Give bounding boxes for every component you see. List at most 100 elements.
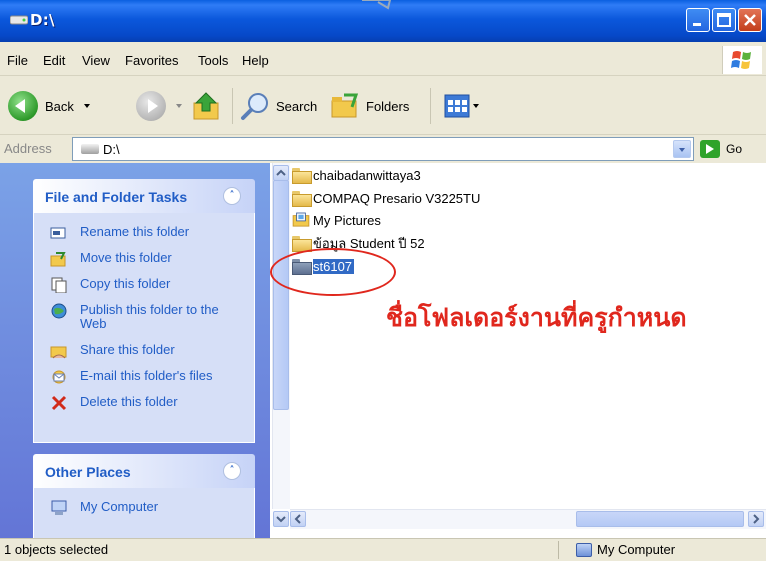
folder-item[interactable]: My Pictures xyxy=(292,211,381,229)
move-icon xyxy=(50,252,66,267)
scroll-down-icon xyxy=(276,516,286,523)
scroll-left-button[interactable] xyxy=(290,511,306,527)
close-button[interactable] xyxy=(738,8,762,32)
address-value: D:\ xyxy=(103,142,120,157)
pictures-folder-icon xyxy=(292,212,312,229)
folder-name: COMPAQ Presario V3225TU xyxy=(313,190,481,206)
back-label: Back xyxy=(45,98,74,114)
views-icon xyxy=(444,94,470,118)
collapse-icon[interactable]: ˄ xyxy=(223,187,241,205)
task-label: Publish this folder to the Web xyxy=(80,302,219,331)
minimize-button[interactable] xyxy=(686,8,710,32)
menu-edit[interactable]: Edit xyxy=(43,53,65,68)
task-label: Share this folder xyxy=(80,342,175,357)
vertical-scroll-thumb[interactable] xyxy=(273,180,289,410)
status-bar: 1 objects selected My Computer xyxy=(0,538,766,561)
folder-item[interactable]: chaibadanwittaya3 xyxy=(292,166,421,184)
my-computer-icon xyxy=(51,500,67,515)
task-label: Rename this folder xyxy=(80,224,190,239)
forward-button[interactable] xyxy=(136,91,182,121)
up-folder-icon xyxy=(193,92,219,120)
task-move[interactable]: Move this folder xyxy=(34,251,254,267)
decorative-art xyxy=(362,0,392,10)
address-label: Address xyxy=(4,141,52,156)
back-button[interactable]: Back xyxy=(8,91,90,121)
scroll-down-button[interactable] xyxy=(273,511,289,527)
task-share[interactable]: Share this folder xyxy=(34,342,254,359)
panel-header[interactable]: File and Folder Tasks ˄ xyxy=(33,179,255,213)
maximize-button[interactable] xyxy=(712,8,736,32)
search-icon xyxy=(241,93,268,120)
address-dropdown-button[interactable] xyxy=(673,140,691,158)
task-label: Delete this folder xyxy=(80,394,178,409)
forward-arrow-icon xyxy=(136,91,166,121)
publish-web-icon xyxy=(51,303,67,319)
panel-body: Rename this folder Move this folder Copy… xyxy=(33,213,255,443)
windows-logo xyxy=(722,46,762,74)
rename-icon xyxy=(50,227,66,239)
back-dropdown-icon[interactable] xyxy=(83,104,90,108)
scroll-up-button[interactable] xyxy=(273,165,289,181)
toolbar-separator xyxy=(232,88,233,124)
folder-name: chaibadanwittaya3 xyxy=(313,167,421,183)
menu-favorites[interactable]: Favorites xyxy=(125,53,178,68)
folder-name: My Pictures xyxy=(313,212,381,228)
menu-tools[interactable]: Tools xyxy=(198,53,228,68)
my-computer-icon xyxy=(576,542,592,557)
panel-title: Other Places xyxy=(45,464,131,480)
menu-file[interactable]: File xyxy=(7,53,28,68)
status-zone-label: My Computer xyxy=(597,542,676,557)
forward-dropdown-icon[interactable] xyxy=(176,104,182,108)
task-delete[interactable]: Delete this folder xyxy=(34,394,254,411)
minimize-icon xyxy=(693,23,701,26)
scroll-right-button[interactable] xyxy=(748,511,764,527)
views-button[interactable] xyxy=(444,94,479,118)
task-rename[interactable]: Rename this folder xyxy=(34,225,254,239)
menu-view[interactable]: View xyxy=(82,53,110,68)
panel-header[interactable]: Other Places ˄ xyxy=(33,454,255,488)
windows-flag-icon xyxy=(731,51,751,69)
task-email[interactable]: E-mail this folder's files xyxy=(34,368,254,384)
horizontal-scroll-thumb[interactable] xyxy=(576,511,744,527)
scroll-right-icon xyxy=(753,514,760,524)
search-button[interactable]: Search xyxy=(240,91,317,121)
menu-help[interactable]: Help xyxy=(242,53,269,68)
maximize-icon xyxy=(717,13,731,27)
up-folder-button[interactable] xyxy=(190,89,224,123)
back-arrow-icon xyxy=(8,91,38,121)
go-arrow-icon xyxy=(700,140,720,158)
folder-icon xyxy=(292,191,312,207)
folder-item[interactable]: COMPAQ Presario V3225TU xyxy=(292,189,480,207)
annotation-ellipse xyxy=(270,248,396,296)
folders-button[interactable]: Folders xyxy=(330,91,409,121)
place-my-computer[interactable]: My Computer xyxy=(34,500,254,515)
explorer-window: D:\ File Edit View Favorites Tools Help … xyxy=(0,0,766,561)
menu-bar: File Edit View Favorites Tools Help xyxy=(0,42,766,76)
task-label: Copy this folder xyxy=(80,276,171,291)
delete-icon xyxy=(51,395,67,411)
annotation-text: ชื่อโฟลเดอร์งานที่ครูกำหนด xyxy=(386,303,687,332)
panel-title: File and Folder Tasks xyxy=(45,189,188,205)
other-places-panel: Other Places ˄ My Computer xyxy=(33,454,255,538)
drive-icon xyxy=(81,144,99,154)
drive-icon xyxy=(10,15,28,25)
status-zone: My Computer xyxy=(576,542,675,557)
task-label: E-mail this folder's files xyxy=(80,368,213,383)
task-publish[interactable]: Publish this folder to the Web xyxy=(34,303,234,331)
copy-icon xyxy=(51,277,67,293)
task-copy[interactable]: Copy this folder xyxy=(34,276,254,293)
views-dropdown-icon[interactable] xyxy=(473,104,479,108)
share-icon xyxy=(50,346,67,359)
go-button[interactable]: Go xyxy=(700,140,742,158)
address-input[interactable]: D:\ xyxy=(72,137,694,161)
go-label: Go xyxy=(726,142,743,156)
collapse-icon[interactable]: ˄ xyxy=(223,462,241,480)
toolbar-separator xyxy=(430,88,431,124)
folder-icon xyxy=(292,168,312,184)
search-label: Search xyxy=(276,98,318,114)
task-pane: File and Folder Tasks ˄ Rename this fold… xyxy=(0,163,270,538)
title-bar[interactable]: D:\ xyxy=(0,0,766,42)
status-text: 1 objects selected xyxy=(4,542,109,557)
scroll-up-icon xyxy=(276,169,286,176)
folders-label: Folders xyxy=(366,98,410,114)
